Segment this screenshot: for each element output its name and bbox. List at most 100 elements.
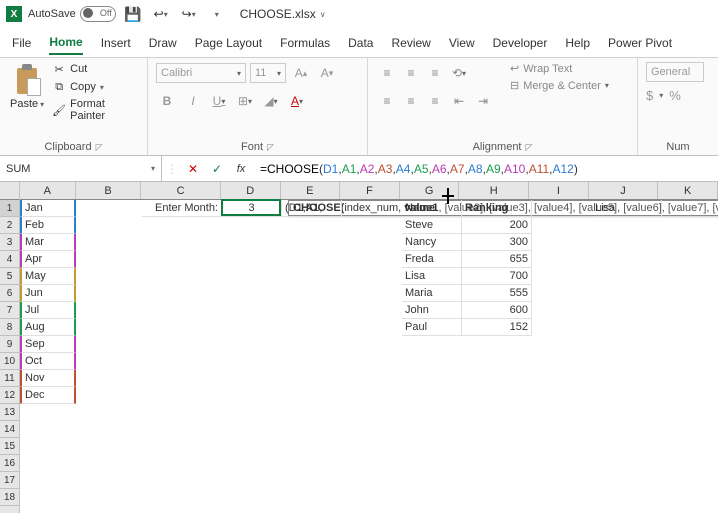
name-box[interactable]: SUM ▾ (0, 156, 162, 181)
align-middle-button[interactable]: ≡ (400, 62, 422, 84)
cell-A6[interactable]: Jun (20, 285, 76, 302)
row-header-15[interactable]: 15 (0, 438, 19, 455)
number-format-select[interactable]: General (646, 62, 704, 82)
row-header-17[interactable]: 17 (0, 472, 19, 489)
formula-input[interactable]: =CHOOSE(D1,A1,A2,A3,A4,A5,A6,A7,A8,A9,A1… (254, 162, 718, 176)
merge-center-button[interactable]: ⊟Merge & Center ▾ (510, 79, 609, 92)
row-header-14[interactable]: 14 (0, 421, 19, 438)
cell-G5[interactable]: Lisa (402, 268, 462, 285)
insert-function-button[interactable]: fx (232, 160, 250, 178)
row-header-6[interactable]: 6 (0, 285, 19, 302)
col-header-I[interactable]: I (529, 182, 589, 199)
align-top-button[interactable]: ≡ (376, 62, 398, 84)
row-header-7[interactable]: 7 (0, 302, 19, 319)
autosave-toggle[interactable]: AutoSave Off (28, 6, 116, 22)
increase-indent-button[interactable]: ⇥ (472, 90, 494, 112)
format-painter-button[interactable]: 🖌Format Painter (52, 98, 139, 122)
undo-button[interactable]: ↩▾ (150, 3, 172, 25)
borders-button[interactable]: ⊞▾ (234, 90, 256, 112)
cell-G6[interactable]: Maria (402, 285, 462, 302)
cell-H4[interactable]: 655 (462, 251, 532, 268)
tab-file[interactable]: File (12, 32, 31, 54)
cell-H8[interactable]: 152 (462, 319, 532, 336)
cell-D1[interactable]: 3 (222, 200, 282, 217)
cell-G1[interactable]: Name (402, 200, 462, 217)
row-header-12[interactable]: 12 (0, 387, 19, 404)
col-header-J[interactable]: J (589, 182, 659, 199)
row-header-16[interactable]: 16 (0, 455, 19, 472)
row-header-11[interactable]: 11 (0, 370, 19, 387)
font-color-button[interactable]: A▾ (286, 90, 308, 112)
cancel-button[interactable]: ✕ (184, 160, 202, 178)
cell-A3[interactable]: Mar (20, 234, 76, 251)
row-header-3[interactable]: 3 (0, 234, 19, 251)
cell-G7[interactable]: John (402, 302, 462, 319)
col-header-B[interactable]: B (76, 182, 142, 199)
decrease-font-button[interactable]: A▾ (316, 62, 338, 84)
decrease-indent-button[interactable]: ⇤ (448, 90, 470, 112)
cell-A9[interactable]: Sep (20, 336, 76, 353)
cell-A7[interactable]: Jul (20, 302, 76, 319)
align-left-button[interactable]: ≡ (376, 90, 398, 112)
col-header-A[interactable]: A (20, 182, 76, 199)
cell-A1[interactable]: Jan (20, 200, 76, 217)
align-bottom-button[interactable]: ≡ (424, 62, 446, 84)
save-button[interactable]: 💾 (122, 3, 144, 25)
row-header-8[interactable]: 8 (0, 319, 19, 336)
col-header-K[interactable]: K (658, 182, 718, 199)
wrap-text-button[interactable]: ↩Wrap Text (510, 62, 609, 75)
tab-power-pivot[interactable]: Power Pivot (608, 32, 672, 54)
cell-H7[interactable]: 600 (462, 302, 532, 319)
cell-J1[interactable]: Lisa (592, 200, 662, 217)
col-header-D[interactable]: D (221, 182, 281, 199)
currency-button[interactable]: $ (646, 88, 653, 103)
row-header-4[interactable]: 4 (0, 251, 19, 268)
cell-H6[interactable]: 555 (462, 285, 532, 302)
redo-button[interactable]: ↪▾ (178, 3, 200, 25)
select-all-corner[interactable] (0, 182, 19, 200)
tab-view[interactable]: View (449, 32, 475, 54)
col-header-C[interactable]: C (141, 182, 221, 199)
cell-C1[interactable]: Enter Month: (142, 200, 222, 217)
align-center-button[interactable]: ≡ (400, 90, 422, 112)
italic-button[interactable]: I (182, 90, 204, 112)
row-header-1[interactable]: 1 (0, 200, 19, 217)
cell-G8[interactable]: Paul (402, 319, 462, 336)
paste-button[interactable]: Paste▾ (8, 62, 46, 112)
tab-draw[interactable]: Draw (149, 32, 177, 54)
fill-color-button[interactable]: ◢▾ (260, 90, 282, 112)
cell-H2[interactable]: 200 (462, 217, 532, 234)
clipboard-launcher[interactable]: ◸ (96, 142, 103, 153)
orientation-button[interactable]: ⟲▾ (448, 62, 470, 84)
tab-developer[interactable]: Developer (493, 32, 548, 54)
cell-E1[interactable]: (D1,A1, (282, 200, 342, 217)
font-launcher[interactable]: ◸ (267, 142, 274, 153)
font-size-select[interactable]: 11▾ (250, 63, 286, 83)
underline-button[interactable]: U▾ (208, 90, 230, 112)
filename[interactable]: CHOOSE.xlsx ∨ (240, 7, 326, 21)
col-header-H[interactable]: H (459, 182, 529, 199)
row-header-9[interactable]: 9 (0, 336, 19, 353)
percent-button[interactable]: % (669, 88, 681, 103)
row-header-5[interactable]: 5 (0, 268, 19, 285)
font-name-select[interactable]: Calibri▾ (156, 63, 246, 83)
cell-A2[interactable]: Feb (20, 217, 76, 234)
cell-A11[interactable]: Nov (20, 370, 76, 387)
alignment-launcher[interactable]: ◸ (526, 142, 533, 153)
toggle-switch[interactable]: Off (80, 6, 116, 22)
tab-page-layout[interactable]: Page Layout (195, 32, 262, 54)
qat-customize[interactable]: ▾ (206, 3, 228, 25)
increase-font-button[interactable]: A▴ (290, 62, 312, 84)
enter-button[interactable]: ✓ (208, 160, 226, 178)
cell-H3[interactable]: 300 (462, 234, 532, 251)
tab-insert[interactable]: Insert (101, 32, 131, 54)
row-header-10[interactable]: 10 (0, 353, 19, 370)
col-header-F[interactable]: F (340, 182, 400, 199)
copy-button[interactable]: ⧉Copy ▾ (52, 80, 139, 94)
cell-G4[interactable]: Freda (402, 251, 462, 268)
tab-data[interactable]: Data (348, 32, 373, 54)
bold-button[interactable]: B (156, 90, 178, 112)
cell-A10[interactable]: Oct (20, 353, 76, 370)
row-header-18[interactable]: 18 (0, 489, 19, 506)
row-header-13[interactable]: 13 (0, 404, 19, 421)
